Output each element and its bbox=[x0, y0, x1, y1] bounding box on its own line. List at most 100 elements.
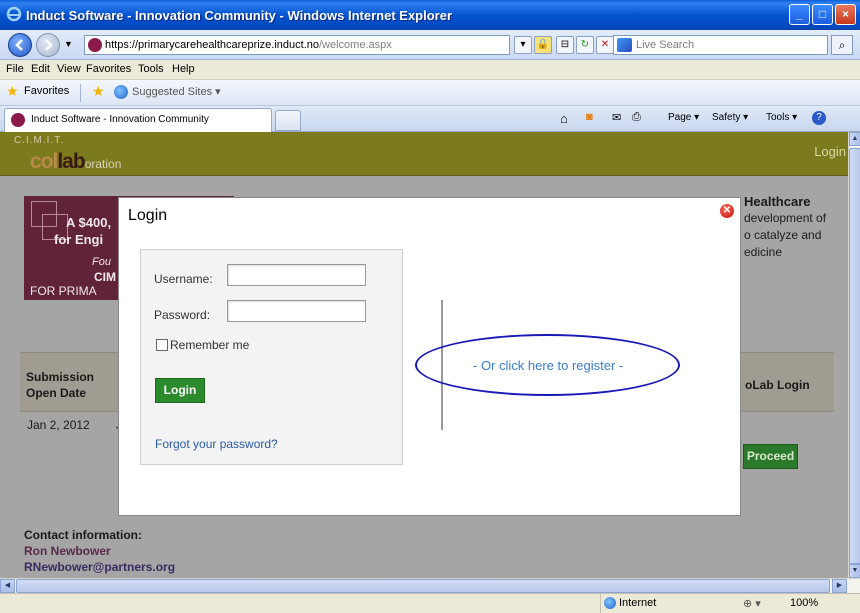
protected-mode-icon[interactable]: ⊕ ▾ bbox=[743, 597, 761, 610]
search-placeholder: Live Search bbox=[636, 39, 695, 51]
logo-col: col bbox=[30, 150, 58, 173]
print-icon[interactable]: ⎙ bbox=[632, 111, 648, 125]
site-header: C.I.M.I.T. collaboration Login bbox=[0, 132, 848, 176]
banner-line: A $400, bbox=[66, 215, 112, 230]
contact-name: Ron Newbower bbox=[24, 544, 111, 558]
column-collab-login: oLab Login bbox=[745, 378, 810, 392]
vertical-scroll-thumb[interactable] bbox=[849, 148, 860, 564]
menu-bar: File Edit View Favorites Tools Help bbox=[0, 60, 860, 80]
minimize-button[interactable]: _ bbox=[789, 4, 810, 25]
window-title: Induct Software - Innovation Community -… bbox=[26, 8, 453, 23]
search-input[interactable]: Live Search bbox=[613, 35, 828, 55]
menu-view[interactable]: View bbox=[57, 63, 81, 75]
horizontal-scrollbar[interactable]: ◀ ▶ bbox=[0, 578, 860, 593]
banner-line: FOR PRIMA bbox=[30, 284, 97, 298]
new-tab-button[interactable] bbox=[275, 110, 301, 131]
register-link[interactable]: - Or click here to register - bbox=[473, 358, 623, 373]
url-main: https://primarycarehealthcareprize.induc… bbox=[105, 39, 319, 51]
banner-line: for Engi bbox=[54, 232, 104, 247]
refresh-icon[interactable]: ↻ bbox=[576, 36, 594, 54]
password-input[interactable] bbox=[227, 300, 366, 322]
feeds-icon[interactable]: ◙ bbox=[586, 111, 602, 125]
address-bar: ▼ https://primarycarehealthcareprize.ind… bbox=[0, 30, 860, 60]
collaboration-logo[interactable]: collaboration bbox=[30, 150, 121, 174]
menu-help[interactable]: Help bbox=[172, 63, 195, 75]
live-search-icon bbox=[617, 38, 632, 52]
contact-email-link[interactable]: RNewbower@partners.org bbox=[24, 559, 175, 575]
home-icon[interactable]: ⌂ bbox=[560, 111, 576, 126]
read-mail-icon[interactable]: ✉ bbox=[612, 111, 628, 125]
intro-line: edicine bbox=[744, 245, 783, 259]
scroll-up-icon[interactable]: ▲ bbox=[849, 132, 860, 146]
intro-title: Healthcare bbox=[744, 194, 811, 209]
internet-explorer-icon bbox=[6, 6, 22, 22]
intro-line: development of bbox=[744, 211, 827, 225]
scroll-down-icon[interactable]: ▼ bbox=[849, 564, 860, 578]
column-header-line: Submission bbox=[26, 370, 95, 384]
tools-menu[interactable]: Tools ▾ bbox=[766, 112, 797, 123]
dialog-title: Login bbox=[128, 207, 168, 224]
search-button[interactable]: ⌕ bbox=[831, 35, 853, 55]
url-field[interactable]: https://primarycarehealthcareprize.induc… bbox=[84, 35, 510, 55]
forward-button[interactable] bbox=[36, 33, 60, 57]
page-menu[interactable]: Page ▾ bbox=[668, 112, 699, 123]
suggested-sites-button[interactable]: Suggested Sites ▾ bbox=[114, 85, 221, 99]
login-dialog: Login ✕ Username: Password: Remember me … bbox=[118, 197, 741, 516]
favorites-bar: Favorites ★ Suggested Sites ▾ bbox=[0, 80, 860, 106]
close-window-button[interactable]: × bbox=[835, 4, 856, 25]
contact-heading: Contact information: bbox=[24, 528, 142, 542]
proceed-button[interactable]: Proceed bbox=[743, 444, 798, 469]
remember-me-checkbox[interactable] bbox=[156, 339, 168, 351]
column-header-line: Open Date bbox=[26, 386, 87, 400]
tab-induct-software[interactable]: Induct Software - Innovation Community bbox=[4, 108, 272, 132]
table-cell-open-date: Jan 2, 2012 bbox=[27, 418, 90, 432]
logo-cimit-text: C.I.M.I.T. bbox=[14, 135, 64, 146]
page-viewport: C.I.M.I.T. collaboration Login A $400, f… bbox=[0, 132, 848, 578]
url-dropdown-icon[interactable]: ▾ bbox=[514, 36, 532, 54]
tab-title: Induct Software - Innovation Community bbox=[31, 114, 209, 125]
username-label: Username: bbox=[154, 272, 213, 286]
horizontal-scroll-thumb[interactable] bbox=[16, 579, 830, 593]
menu-tools[interactable]: Tools bbox=[138, 63, 164, 75]
recent-pages-dropdown-icon[interactable]: ▼ bbox=[64, 39, 73, 49]
favorites-button[interactable]: Favorites bbox=[6, 83, 69, 100]
back-arrow-icon bbox=[15, 39, 23, 51]
security-lock-icon[interactable]: 🔒 bbox=[534, 36, 552, 54]
banner-line: Fou bbox=[92, 256, 111, 268]
tab-bar: Induct Software - Innovation Community ⌂… bbox=[0, 106, 860, 132]
maximize-button[interactable]: □ bbox=[812, 4, 833, 25]
username-input[interactable] bbox=[227, 264, 366, 286]
security-zone[interactable]: Internet bbox=[600, 594, 730, 613]
back-button[interactable] bbox=[8, 33, 32, 57]
password-label: Password: bbox=[154, 308, 211, 322]
close-dialog-icon[interactable]: ✕ bbox=[720, 204, 734, 218]
add-to-favorites-icon[interactable]: ★ bbox=[92, 83, 105, 100]
remember-me-label[interactable]: Remember me bbox=[170, 338, 249, 352]
forgot-password-link[interactable]: Forgot your password? bbox=[155, 437, 278, 451]
menu-file[interactable]: File bbox=[6, 63, 24, 75]
status-bar: Internet ⊕ ▾ 100% bbox=[0, 593, 860, 613]
zoom-level[interactable]: 100% bbox=[790, 597, 818, 609]
scroll-right-icon[interactable]: ▶ bbox=[832, 579, 847, 593]
site-favicon-icon bbox=[88, 38, 102, 52]
logo-oration: oration bbox=[84, 157, 122, 171]
menu-edit[interactable]: Edit bbox=[31, 63, 50, 75]
tab-favicon-icon bbox=[11, 113, 25, 127]
forward-arrow-icon bbox=[45, 39, 53, 51]
vertical-scrollbar[interactable]: ▲ ▼ bbox=[848, 132, 860, 578]
stop-icon[interactable]: ✕ bbox=[596, 36, 614, 54]
login-form: Username: Password: Remember me Login Fo… bbox=[140, 249, 403, 465]
intro-text: Healthcare development of o catalyze and… bbox=[744, 193, 826, 261]
header-login-link[interactable]: Login bbox=[814, 144, 846, 159]
help-icon[interactable]: ? bbox=[812, 111, 826, 125]
scroll-left-icon[interactable]: ◀ bbox=[0, 579, 15, 593]
column-submission-open-date: Submission Open Date bbox=[26, 369, 94, 401]
favorites-separator bbox=[80, 84, 81, 102]
window-titlebar: Induct Software - Innovation Community -… bbox=[0, 0, 860, 30]
menu-favorites[interactable]: Favorites bbox=[86, 63, 131, 75]
intro-line: o catalyze and bbox=[744, 228, 822, 242]
safety-menu[interactable]: Safety ▾ bbox=[712, 112, 748, 123]
login-button[interactable]: Login bbox=[155, 378, 205, 403]
compatibility-view-icon[interactable]: ⊟ bbox=[556, 36, 574, 54]
url-path: /welcome.aspx bbox=[319, 39, 392, 51]
